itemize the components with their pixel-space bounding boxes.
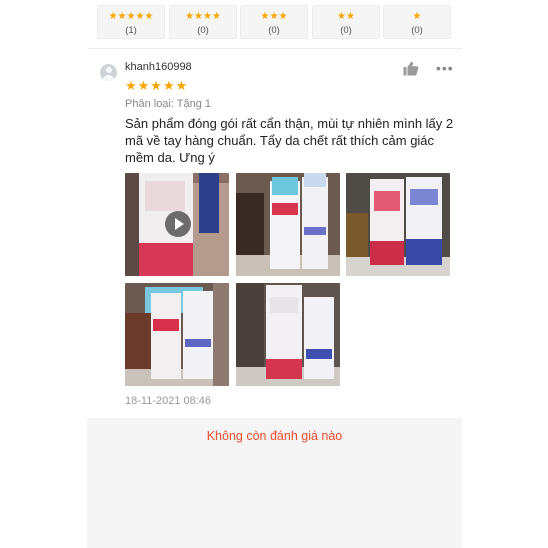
filter-count: (0) bbox=[340, 25, 352, 36]
filter-4-stars[interactable]: ★★★★ (0) bbox=[169, 5, 237, 39]
filter-5-stars[interactable]: ★★★★★ (1) bbox=[97, 5, 165, 39]
review-photo-thumbnail[interactable] bbox=[236, 173, 340, 276]
filter-count: (0) bbox=[268, 25, 280, 36]
no-more-reviews-text: Không còn đánh giá nào bbox=[206, 429, 343, 443]
review-photo-thumbnail[interactable] bbox=[236, 283, 340, 386]
filter-stars: ★ bbox=[412, 11, 422, 22]
rating-filter-bar: ★★★★★ (1) ★★★★ (0) ★★★ (0) ★★ (0) ★ (0) bbox=[97, 5, 452, 39]
filter-1-star[interactable]: ★ (0) bbox=[383, 5, 451, 39]
more-options-icon[interactable]: ••• bbox=[436, 61, 454, 75]
filter-stars: ★★ bbox=[337, 11, 355, 22]
filter-stars: ★★★★★ bbox=[108, 11, 154, 22]
filter-stars: ★★★ bbox=[260, 11, 288, 22]
review-video-thumbnail[interactable] bbox=[125, 173, 229, 276]
thumbs-up-icon[interactable] bbox=[403, 61, 419, 76]
filter-count: (0) bbox=[197, 25, 209, 36]
filter-2-stars[interactable]: ★★ (0) bbox=[312, 5, 380, 39]
review-photo-thumbnail[interactable] bbox=[125, 283, 229, 386]
filter-count: (1) bbox=[125, 25, 137, 36]
review-comment: Sản phẩm đóng gói rất cẩn thận, mùi tự n… bbox=[125, 116, 454, 165]
play-icon[interactable] bbox=[165, 211, 191, 237]
product-variation: Phân loại: Tặng 1 bbox=[125, 98, 212, 110]
review-date: 18-11-2021 08:46 bbox=[125, 395, 212, 407]
filter-stars: ★★★★ bbox=[185, 11, 221, 22]
no-more-reviews-panel: Không còn đánh giá nào bbox=[87, 418, 462, 548]
user-avatar-icon[interactable] bbox=[100, 64, 117, 81]
review-rating-stars: ★★★★★ bbox=[125, 78, 189, 93]
filter-3-stars[interactable]: ★★★ (0) bbox=[240, 5, 308, 39]
filter-count: (0) bbox=[411, 25, 423, 36]
review-photo-thumbnail[interactable] bbox=[346, 173, 450, 276]
section-divider bbox=[88, 48, 462, 49]
review-username[interactable]: khanh160998 bbox=[125, 61, 192, 73]
